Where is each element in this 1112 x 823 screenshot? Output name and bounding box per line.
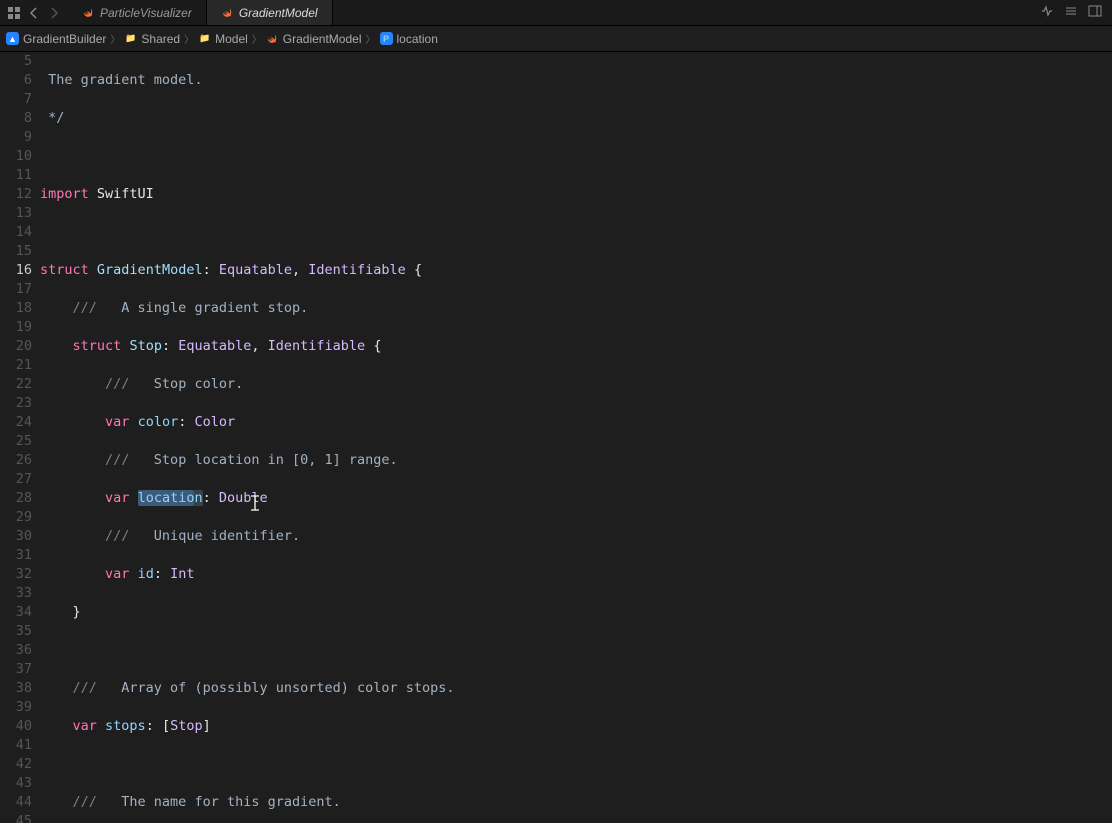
swift-icon (221, 7, 233, 19)
keyword-struct: struct (40, 262, 89, 278)
crumb-label: GradientModel (283, 32, 362, 46)
crumb-label: Shared (141, 32, 180, 46)
split-icon[interactable] (1088, 4, 1102, 22)
crumb-label: Model (215, 32, 248, 46)
crumb-file[interactable]: GradientModel (266, 32, 362, 46)
doc-comment: The gradient model. (48, 72, 202, 88)
property-name: stops (105, 718, 146, 734)
module-name: SwiftUI (89, 186, 154, 202)
keyword-struct: struct (73, 338, 122, 354)
crumb-shared[interactable]: 📁 Shared (124, 32, 180, 46)
files-grid-icon[interactable] (4, 3, 24, 23)
doc-slash: /// (105, 528, 129, 544)
crumb-model[interactable]: 📁 Model (198, 32, 248, 46)
type-ref: Double (219, 490, 268, 506)
protocol: Equatable (219, 262, 292, 278)
folder-icon: 📁 (124, 32, 137, 45)
chevron-right-icon: 〉 (252, 31, 262, 46)
breadcrumb: ▲ GradientBuilder 〉 📁 Shared 〉 📁 Model 〉… (0, 26, 1112, 52)
doc-slash: /// (73, 794, 97, 810)
code-editor[interactable]: 5678910111213141516171819202122232425262… (0, 52, 1112, 823)
keyword-var: var (105, 414, 129, 430)
doc-slash: /// (105, 452, 129, 468)
keyword-var: var (105, 566, 129, 582)
comment-end: */ (48, 110, 64, 126)
tab-label: ParticleVisualizer (100, 6, 192, 20)
type-ref: Color (194, 414, 235, 430)
property-name: id (138, 566, 154, 582)
keyword-var: var (73, 718, 97, 734)
doc-comment: Stop color. (129, 376, 243, 392)
doc-comment: The name for this gradient. (97, 794, 341, 810)
line-gutter: 5678910111213141516171819202122232425262… (0, 52, 40, 823)
doc-comment: Unique identifier. (129, 528, 300, 544)
doc-comment: A single gradient stop. (97, 300, 308, 316)
keyword-import: import (40, 186, 89, 202)
app-icon: ▲ (6, 32, 19, 45)
tab-particlevisualizer[interactable]: ParticleVisualizer (68, 0, 207, 25)
chevron-right-icon: 〉 (366, 31, 376, 46)
folder-icon: 📁 (198, 32, 211, 45)
doc-slash: /// (73, 300, 97, 316)
review-icon[interactable] (1040, 4, 1054, 22)
type-name: Stop (129, 338, 162, 354)
type-ref: Int (170, 566, 194, 582)
crumb-project[interactable]: ▲ GradientBuilder (6, 32, 106, 46)
doc-comment: Array of (possibly unsorted) color stops… (97, 680, 455, 696)
protocol: Equatable (178, 338, 251, 354)
property-icon: P (380, 32, 393, 45)
forward-button[interactable] (44, 3, 64, 23)
protocol: Identifiable (308, 262, 406, 278)
doc-comment: Stop location in [0, 1] range. (129, 452, 397, 468)
code-content[interactable]: The gradient model. */ import SwiftUI st… (40, 52, 1112, 823)
type-name: GradientModel (97, 262, 203, 278)
crumb-label: GradientBuilder (23, 32, 106, 46)
back-button[interactable] (24, 3, 44, 23)
keyword-var: var (105, 490, 129, 506)
crumb-symbol[interactable]: P location (380, 32, 438, 46)
type-ref: Stop (170, 718, 203, 734)
tab-bar-actions (1040, 0, 1112, 25)
selection: locatio (138, 490, 195, 506)
swift-icon (82, 7, 94, 19)
swift-icon (266, 32, 279, 45)
doc-slash: /// (73, 680, 97, 696)
chevron-right-icon: 〉 (110, 31, 120, 46)
nav-group (0, 0, 68, 25)
adjust-icon[interactable] (1064, 4, 1078, 22)
tab-gradientmodel[interactable]: GradientModel (207, 0, 333, 25)
tab-bar: ParticleVisualizer GradientModel (0, 0, 1112, 26)
property-name: color (138, 414, 179, 430)
protocol: Identifiable (268, 338, 366, 354)
chevron-right-icon: 〉 (184, 31, 194, 46)
doc-slash: /// (105, 376, 129, 392)
selection-tail: n (194, 490, 202, 506)
tab-label: GradientModel (239, 6, 318, 20)
crumb-label: location (397, 32, 438, 46)
